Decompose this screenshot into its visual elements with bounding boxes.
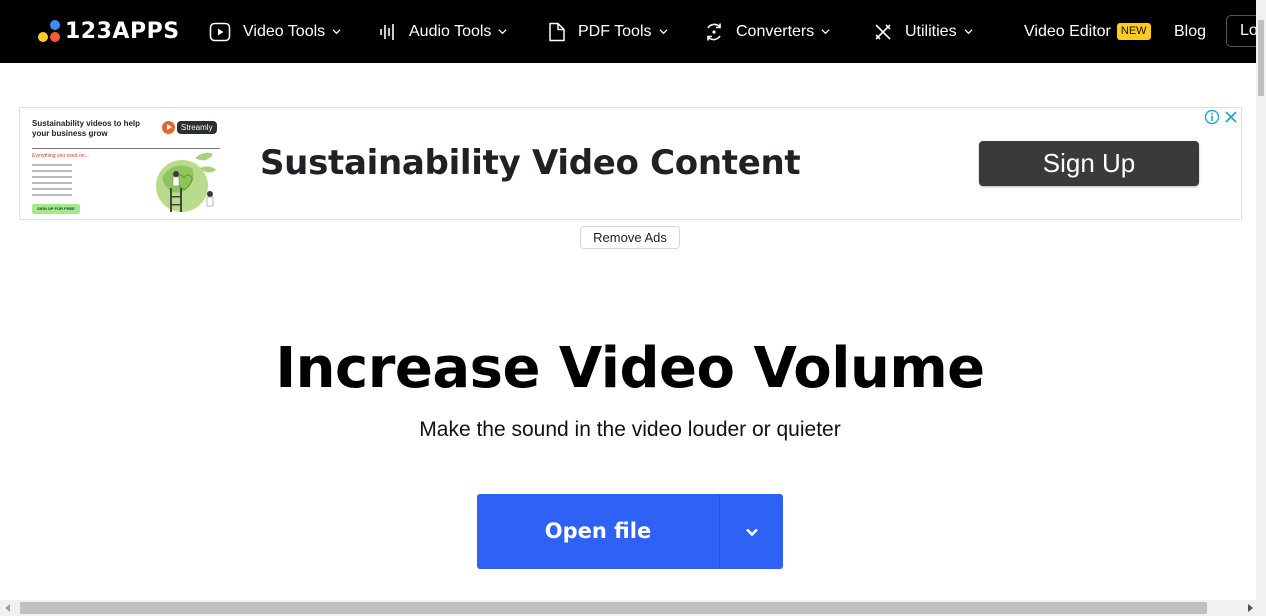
convert-cycle-icon — [707, 23, 721, 40]
nav-converters[interactable]: Converters — [704, 0, 830, 63]
chevron-down-icon — [821, 29, 830, 35]
ad-creative-brand-name: Streamly — [177, 121, 217, 134]
ad-banner[interactable]: Sustainability videos to help your busin… — [19, 107, 1242, 220]
logo[interactable]: 123APPS — [38, 18, 180, 44]
nav-pdf-tools-label: PDF Tools — [578, 22, 652, 40]
play-icon — [162, 121, 175, 134]
ad-creative-text-lines — [32, 160, 72, 196]
nav-converters-label: Converters — [736, 22, 815, 40]
nav-pdf-tools[interactable]: PDF Tools — [548, 0, 668, 63]
horizontal-scrollbar-thumb[interactable] — [20, 602, 1207, 614]
nav-video-tools-label: Video Tools — [243, 22, 326, 40]
open-file-button-group: Open file — [477, 494, 783, 569]
chevron-down-icon — [745, 528, 758, 536]
tools-icon — [875, 23, 891, 40]
close-icon[interactable] — [1224, 110, 1238, 124]
ad-creative-image[interactable]: Sustainability videos to help your busin… — [20, 108, 228, 219]
file-icon — [549, 22, 565, 41]
page-title: Increase Video Volume — [275, 336, 985, 401]
nav-blog[interactable]: Blog — [1174, 0, 1206, 63]
nav-blog-label: Blog — [1174, 22, 1207, 40]
ad-headline[interactable]: Sustainability Video Content — [260, 143, 801, 183]
logo-dots-icon — [38, 18, 62, 44]
ad-creative-title: Sustainability videos to help your busin… — [32, 119, 141, 138]
nav-utilities-label: Utilities — [905, 22, 957, 40]
logo-text: 123APPS — [65, 18, 180, 44]
nav-video-editor[interactable]: Video Editor NEW — [1024, 0, 1151, 63]
open-file-options-button[interactable] — [720, 494, 783, 569]
page: 123APPS Video Tools Audio Tools PDF Tool… — [0, 0, 1266, 616]
play-square-icon — [209, 22, 231, 41]
nav-video-editor-label: Video Editor — [1024, 22, 1111, 40]
chevron-down-icon — [658, 29, 668, 35]
nav-audio-tools-label: Audio Tools — [409, 22, 492, 40]
scroll-left-arrow-icon[interactable] — [5, 604, 10, 612]
info-icon[interactable] — [1204, 109, 1220, 125]
chevron-down-icon — [964, 29, 973, 35]
chevron-down-icon — [332, 29, 341, 35]
audio-wave-icon — [380, 23, 394, 40]
globe-illustration-icon — [156, 152, 216, 212]
nav-video-tools[interactable]: Video Tools — [209, 0, 341, 63]
nav-utilities[interactable]: Utilities — [873, 0, 973, 63]
ad-sign-up-button[interactable]: Sign Up — [979, 141, 1199, 186]
ad-creative-subtitle: Everything you need on... — [32, 153, 89, 159]
top-navigation-bar: 123APPS Video Tools Audio Tools PDF Tool… — [0, 0, 1266, 63]
new-badge: NEW — [1116, 23, 1151, 40]
horizontal-scrollbar[interactable] — [0, 600, 1266, 616]
scroll-right-arrow-icon[interactable] — [1248, 604, 1253, 612]
nav-audio-tools[interactable]: Audio Tools — [379, 0, 507, 63]
vertical-scrollbar[interactable] — [1256, 0, 1266, 600]
page-subtitle: Make the sound in the video louder or qu… — [419, 418, 841, 441]
open-file-button[interactable]: Open file — [477, 494, 720, 569]
ad-creative-cta: SIGN UP FOR FREE — [32, 204, 80, 214]
remove-ads-button[interactable]: Remove Ads — [580, 226, 680, 249]
vertical-scrollbar-thumb[interactable] — [1258, 20, 1264, 96]
ad-creative-brand: Streamly — [162, 121, 217, 134]
chevron-down-icon — [498, 29, 507, 35]
